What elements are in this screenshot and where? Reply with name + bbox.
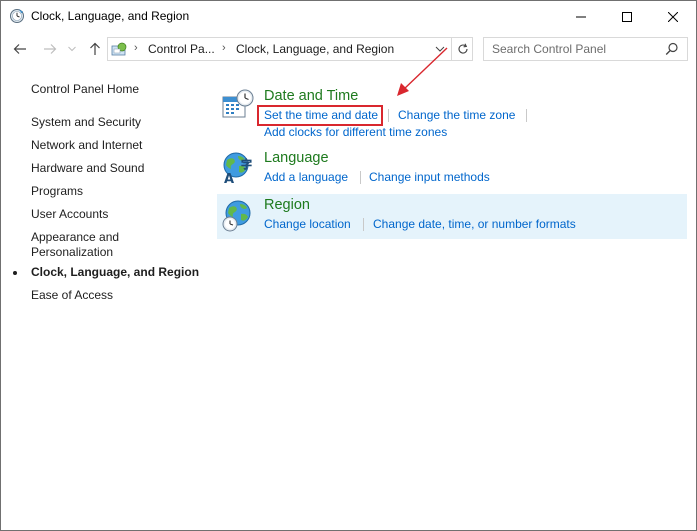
- minimize-button[interactable]: [558, 1, 604, 32]
- svg-text:A: A: [224, 172, 234, 184]
- forward-button[interactable]: [39, 39, 61, 59]
- category-title-region[interactable]: Region: [264, 197, 310, 213]
- sidebar-item-system-security[interactable]: System and Security: [31, 115, 141, 130]
- sidebar-item-user-accounts[interactable]: User Accounts: [31, 207, 108, 222]
- current-item-bullet: [13, 271, 17, 275]
- close-icon: [668, 11, 678, 22]
- annotation-arrow-icon: [397, 47, 448, 96]
- link-change-input-methods[interactable]: Change input methods: [369, 170, 490, 184]
- category-language: A 字 Language Add a language Change input…: [217, 148, 687, 190]
- search-input[interactable]: [484, 38, 659, 60]
- globe-clock-icon: [222, 200, 251, 232]
- breadcrumb-control-panel[interactable]: Control Pa...: [148, 42, 215, 56]
- title-bar[interactable]: Clock, Language, and Region: [1, 1, 696, 32]
- globe-language-icon: A 字: [223, 152, 252, 184]
- main-content: Date and Time Set the time and date Chan…: [211, 47, 696, 526]
- annotation-highlight-box: [257, 105, 383, 126]
- search-icon[interactable]: [665, 42, 679, 56]
- sidebar-item-control-panel-home[interactable]: Control Panel Home: [31, 82, 139, 97]
- category-title-date-time[interactable]: Date and Time: [264, 88, 358, 104]
- sidebar-item-network-internet[interactable]: Network and Internet: [31, 138, 142, 153]
- navigation-bar: › Control Pa... › Clock, Language, and R…: [1, 32, 696, 66]
- link-change-formats[interactable]: Change date, time, or number formats: [373, 217, 576, 231]
- back-button[interactable]: [9, 39, 31, 59]
- sidebar-item-programs[interactable]: Programs: [31, 184, 83, 199]
- close-button[interactable]: [650, 1, 696, 32]
- chevron-down-icon: [68, 46, 76, 52]
- sidebar-item-appearance-line2[interactable]: Personalization: [31, 245, 113, 260]
- category-title-language[interactable]: Language: [264, 150, 329, 166]
- link-separator: [363, 218, 364, 231]
- breadcrumb-separator[interactable]: ›: [222, 42, 226, 54]
- breadcrumb-separator[interactable]: ›: [134, 42, 138, 54]
- sidebar-item-clock-language-region[interactable]: Clock, Language, and Region: [31, 265, 199, 280]
- sidebar-item-ease-of-access[interactable]: Ease of Access: [31, 288, 113, 303]
- calendar-clock-icon: [222, 89, 254, 118]
- link-add-clocks[interactable]: Add clocks for different time zones: [264, 125, 447, 139]
- up-button[interactable]: [85, 39, 105, 59]
- control-panel-icon: [111, 42, 127, 56]
- link-separator: [360, 171, 361, 184]
- link-separator: [526, 109, 527, 122]
- arrow-right-icon: [44, 44, 57, 54]
- category-region[interactable]: Region Change location Change date, time…: [217, 194, 687, 239]
- recent-locations-button[interactable]: [65, 39, 79, 59]
- breadcrumb-current[interactable]: Clock, Language, and Region: [236, 42, 394, 56]
- control-panel-window: Clock, Language, and Region › Control Pa…: [0, 0, 697, 531]
- link-add-language[interactable]: Add a language: [264, 170, 348, 184]
- sidebar-item-appearance-line1[interactable]: Appearance and: [31, 230, 119, 245]
- svg-text:字: 字: [241, 157, 252, 171]
- minimize-icon: [576, 16, 586, 17]
- sidebar-item-hardware-sound[interactable]: Hardware and Sound: [31, 161, 144, 176]
- maximize-icon: [622, 11, 632, 22]
- link-change-time-zone[interactable]: Change the time zone: [398, 108, 515, 122]
- arrow-up-icon: [90, 42, 100, 55]
- link-separator: [388, 109, 389, 122]
- sidebar: Control Panel Home System and Security N…: [1, 66, 211, 526]
- window-title: Clock, Language, and Region: [31, 9, 190, 23]
- arrow-left-icon: [13, 44, 26, 54]
- clock-region-icon: [10, 9, 24, 23]
- search-box[interactable]: [483, 37, 688, 61]
- link-change-location[interactable]: Change location: [264, 217, 351, 231]
- maximize-button[interactable]: [604, 1, 650, 32]
